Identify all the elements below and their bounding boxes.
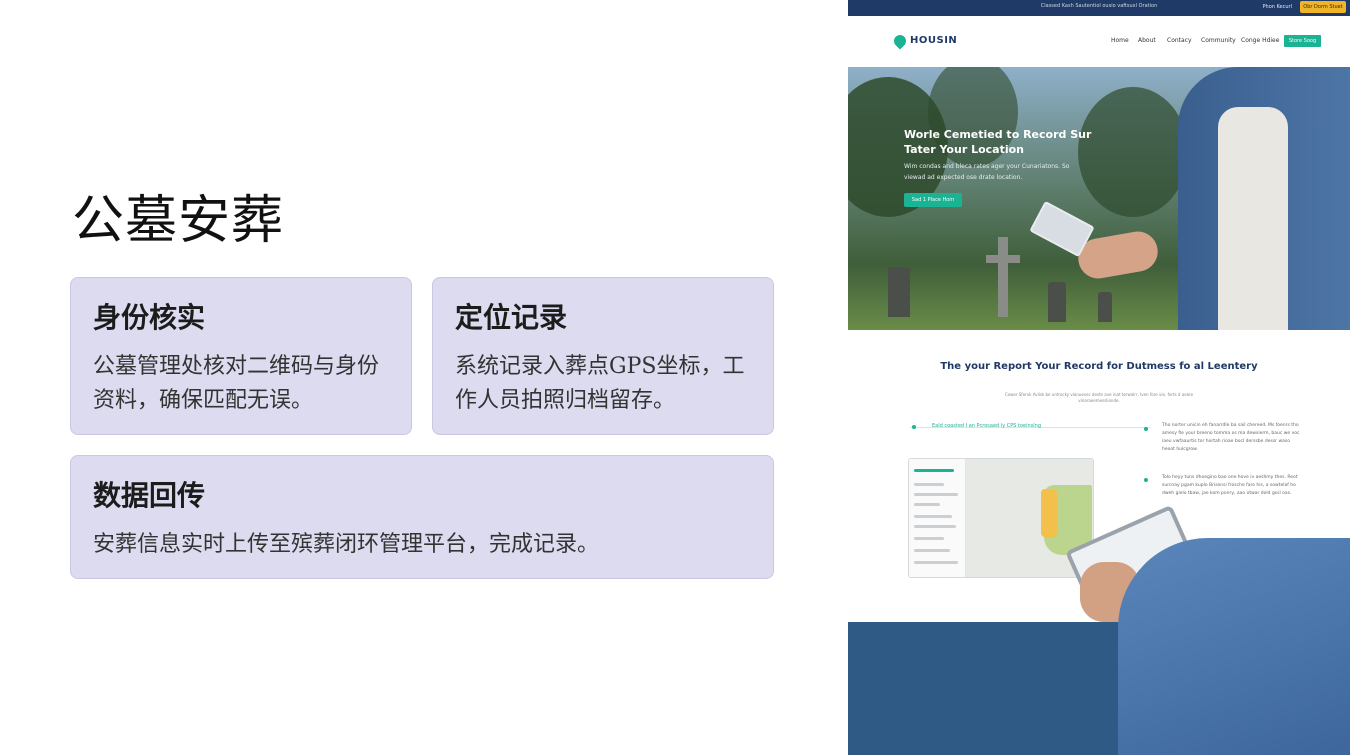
nav-cta-button[interactable]: Store Soog — [1284, 35, 1321, 47]
gravestone — [1048, 282, 1066, 322]
site-logo[interactable]: HOUSIN — [910, 35, 957, 46]
nav-item-home[interactable]: Home — [1111, 37, 1129, 44]
sidebar-row — [914, 537, 944, 540]
nav-item-conge[interactable]: Conge Hdiee — [1241, 37, 1279, 44]
feature-description: Tho norter unicin eh fanarrdle ba sail c… — [1162, 423, 1300, 452]
bullet-icon — [912, 425, 916, 429]
announcement-bar: Classed Kash Sautentiol ousio vaftsuxl O… — [848, 0, 1350, 16]
bullet-icon — [1144, 478, 1148, 482]
card-heading: 数据回传 — [93, 479, 206, 512]
login-link[interactable]: Phon Kecurl — [1263, 4, 1292, 10]
hero-banner: Worle Cemetied to Record Sur Tater Your … — [848, 67, 1350, 330]
hero-subtext: Wim condas and bleca rates ager your Cun… — [904, 163, 1070, 181]
worker-apron — [1218, 107, 1288, 330]
section-subtext: Cower Sforvk Avlisk be untrocky vianuese… — [1004, 392, 1194, 403]
cross-monument — [998, 237, 1008, 317]
card-data-upload: 数据回传 安葬信息实时上传至殡葬闭环管理平台，完成记录。 — [70, 455, 774, 579]
website-screenshot: Classed Kash Sautentiol ousio vaftsuxl O… — [848, 0, 1350, 755]
top-cta-button[interactable]: Obr Dorm Stuet — [1300, 1, 1346, 13]
card-body: 公墓管理处核对二维码与身份资料，确保匹配无误。 — [93, 354, 380, 413]
nav-item-contacy[interactable]: Contacy — [1167, 37, 1192, 44]
card-body: 系统记录入葬点GPS坐标，工作人员拍照归档留存。 — [455, 354, 745, 413]
sidebar-row — [914, 469, 954, 472]
site-navbar: HOUSIN Home About Contacy Community Cong… — [848, 16, 1350, 67]
gravestone — [1098, 292, 1112, 322]
card-location-record: 定位记录 系统记录入葬点GPS坐标，工作人员拍照归档留存。 — [432, 277, 774, 435]
sidebar-row — [914, 525, 956, 528]
dashboard-preview — [908, 458, 1094, 578]
bullet-icon — [1144, 427, 1148, 431]
gravestone — [888, 267, 910, 317]
cross-monument — [986, 255, 1020, 263]
feature-description: Tolo heyy tuns dhoegino bao one hove iv … — [1162, 475, 1298, 496]
sidebar-row — [914, 549, 950, 552]
card-heading: 身份核实 — [93, 301, 206, 334]
card-body: 安葬信息实时上传至殡葬闭环管理平台，完成记录。 — [93, 532, 600, 557]
section-heading: The your Report Your Record for Dutmess … — [940, 361, 1258, 372]
page-title: 公墓安葬 — [72, 191, 285, 251]
nav-item-about[interactable]: About — [1138, 37, 1156, 44]
card-heading: 定位记录 — [455, 301, 568, 334]
card-identity-verification: 身份核实 公墓管理处核对二维码与身份资料，确保匹配无误。 — [70, 277, 412, 435]
pin-logo-icon — [891, 32, 909, 50]
nav-item-community[interactable]: Community — [1201, 37, 1236, 44]
sidebar-row — [914, 483, 944, 486]
sidebar-row — [914, 515, 952, 518]
hero-heading: Worle Cemetied to Record Sur Tater Your … — [904, 128, 1092, 156]
sidebar-row — [914, 561, 958, 564]
sidebar-row — [914, 493, 958, 496]
dashboard-sidebar — [909, 459, 966, 577]
feature-label: Eald coasted I an Pcrosaed ly CPS toeins… — [932, 423, 1042, 429]
map-route — [1041, 489, 1057, 537]
sidebar-row — [914, 503, 940, 506]
hero-cta-button[interactable]: Sad 1 Place Hom — [904, 193, 962, 207]
worker-sleeve — [1118, 538, 1350, 755]
